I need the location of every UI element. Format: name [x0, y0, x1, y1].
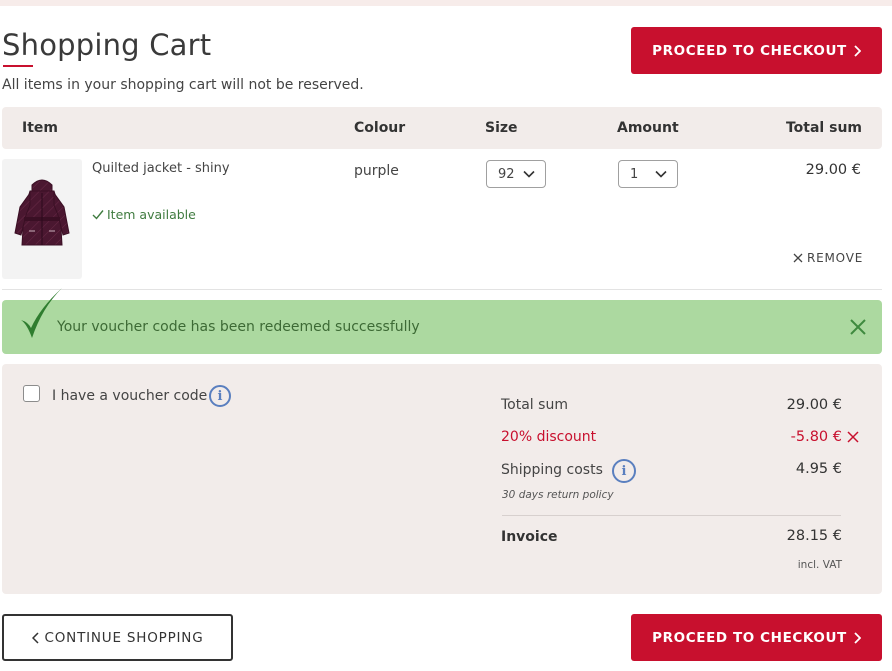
amount-select[interactable]: 1 — [618, 160, 678, 188]
total-sum-label: Total sum — [501, 397, 568, 413]
chevron-left-icon — [31, 631, 39, 644]
item-price: 29.00 € — [805, 162, 861, 178]
availability-status: Item available — [92, 207, 196, 222]
remove-item-button[interactable]: REMOVE — [793, 251, 863, 265]
alert-message: Your voucher code has been redeemed succ… — [57, 319, 420, 335]
chevron-right-icon — [854, 44, 861, 57]
close-icon[interactable] — [847, 431, 859, 443]
page-title: Shopping Cart — [2, 28, 212, 62]
checkout-label: PROCEED TO CHECKOUT — [652, 629, 847, 646]
proceed-to-checkout-button-top[interactable]: PROCEED TO CHECKOUT — [631, 27, 882, 74]
discount-label: 20% discount — [501, 429, 597, 445]
product-image[interactable] — [2, 159, 82, 279]
header-colour: Colour — [354, 120, 406, 136]
voucher-success-alert: Your voucher code has been redeemed succ… — [2, 288, 882, 354]
header-amount: Amount — [617, 120, 679, 136]
check-icon — [92, 210, 104, 220]
vat-note: incl. VAT — [797, 559, 842, 571]
continue-label: CONTINUE SHOPPING — [44, 629, 204, 646]
invoice-label: Invoice — [501, 529, 558, 545]
close-icon[interactable] — [850, 319, 866, 335]
voucher-label: I have a voucher code — [52, 388, 208, 404]
colour-value: purple — [354, 163, 399, 179]
total-sum-value: 29.00 € — [786, 397, 842, 413]
row-divider — [2, 289, 882, 290]
cart-table-header: Item Colour Size Amount Total sum — [2, 107, 882, 149]
amount-value: 1 — [630, 166, 639, 182]
page-subtitle: All items in your shopping cart will not… — [2, 77, 364, 93]
order-summary-panel: I have a voucher code i Total sum 29.00 … — [2, 364, 882, 594]
remove-label: REMOVE — [807, 251, 864, 265]
close-icon — [793, 253, 803, 263]
size-select[interactable]: 92 — [486, 160, 546, 188]
info-icon[interactable]: i — [209, 385, 231, 407]
availability-label: Item available — [107, 207, 196, 222]
shipping-costs-value: 4.95 € — [795, 461, 842, 477]
chevron-right-icon — [854, 631, 861, 644]
voucher-checkbox[interactable] — [23, 385, 40, 402]
header-size: Size — [485, 120, 518, 136]
summary-divider — [502, 515, 841, 516]
invoice-value: 28.15 € — [786, 528, 842, 544]
jacket-image — [14, 179, 70, 246]
checkout-label: PROCEED TO CHECKOUT — [652, 42, 847, 59]
header-item: Item — [22, 120, 58, 136]
top-bar — [0, 0, 892, 6]
info-icon[interactable]: i — [612, 459, 636, 483]
product-name-link[interactable]: Quilted jacket - shiny — [92, 161, 230, 176]
shipping-costs-label: Shipping costs — [501, 462, 603, 478]
size-value: 92 — [498, 166, 515, 182]
discount-value: -5.80 € — [790, 429, 842, 445]
chevron-down-icon — [655, 170, 667, 178]
header-total-sum: Total sum — [785, 120, 862, 136]
title-underline — [3, 65, 33, 67]
continue-shopping-button[interactable]: CONTINUE SHOPPING — [2, 614, 233, 661]
proceed-to-checkout-button-bottom[interactable]: PROCEED TO CHECKOUT — [631, 614, 882, 661]
chevron-down-icon — [523, 170, 535, 178]
return-policy-note: 30 days return policy — [502, 489, 614, 501]
